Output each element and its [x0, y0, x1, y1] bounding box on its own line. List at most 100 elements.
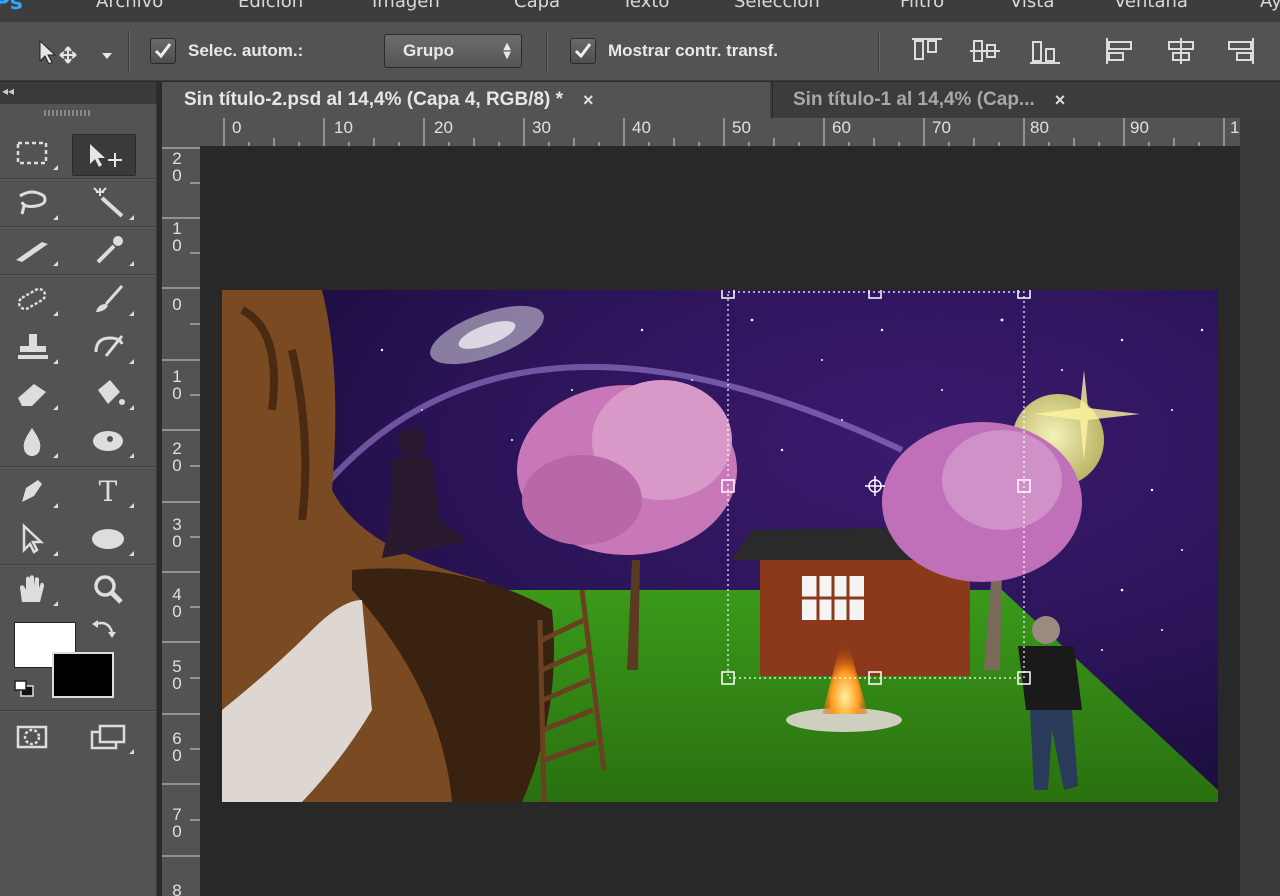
tab-label: Sin título-1 al 14,4% (Cap... [793, 89, 1035, 110]
path-selection-tool[interactable] [0, 518, 64, 560]
menu-texto[interactable]: Texto [622, 0, 669, 12]
brush-tool[interactable] [76, 278, 140, 320]
ruler-label: 80 [1030, 118, 1049, 137]
zoom-tool[interactable] [76, 568, 140, 610]
align-left-edges-icon[interactable] [1104, 36, 1138, 66]
lasso-icon [19, 190, 47, 215]
menu-ayuda[interactable]: Ayuda [1260, 0, 1280, 12]
quick-mask-icon [16, 725, 48, 749]
default-colors-icon[interactable] [12, 678, 38, 700]
paint-bucket-icon [98, 380, 125, 405]
ruler-label: 8 [172, 881, 182, 896]
ruler-origin[interactable] [162, 118, 200, 146]
ruler-ticks [223, 118, 1225, 146]
menu-filtro[interactable]: Filtro [900, 0, 944, 12]
align-right-edges-icon[interactable] [1222, 36, 1256, 66]
panel-grip[interactable] [44, 110, 92, 116]
align-horizontal-centers-icon[interactable] [1164, 36, 1198, 66]
menu-bar: Ps Archivo Edición Imagen Capa Texto Sel… [0, 0, 1280, 23]
healing-brush-tool[interactable] [0, 278, 64, 320]
move-tool[interactable] [72, 134, 136, 176]
show-transform-checkbox[interactable] [570, 38, 596, 64]
ruler-label: 30 [172, 515, 182, 551]
marquee-icon [16, 141, 48, 165]
ruler-label: 10 [172, 219, 182, 255]
type-tool[interactable]: T [76, 470, 140, 512]
menu-capa[interactable]: Capa [514, 0, 560, 12]
history-brush-tool[interactable] [76, 326, 140, 368]
eyedropper-tool[interactable] [76, 228, 140, 270]
horizontal-ruler[interactable]: 0 10 20 30 40 50 60 70 80 90 1 [200, 118, 1240, 147]
ruler-label: 30 [532, 118, 551, 137]
magic-wand-tool[interactable] [76, 182, 140, 224]
align-vertical-centers-icon[interactable] [968, 36, 1002, 66]
close-icon[interactable]: × [1055, 90, 1066, 111]
lasso-tool[interactable] [0, 182, 64, 224]
collapse-panel-icon[interactable]: ◂◂ [2, 84, 14, 98]
checkmark-icon [574, 43, 592, 59]
slice-knife-icon [16, 242, 48, 262]
ruler-label: 40 [632, 118, 651, 137]
hand-tool[interactable] [0, 568, 64, 610]
auto-select-label: Selec. autom.: [188, 41, 304, 60]
auto-select-option[interactable]: Selec. autom.: [150, 22, 303, 80]
screen-mode-toggle[interactable] [76, 716, 140, 758]
divider [128, 30, 130, 72]
chevron-down-icon [102, 53, 112, 59]
pen-tool[interactable] [0, 470, 64, 512]
brush-icon [96, 285, 124, 312]
auto-select-dropdown[interactable]: Grupo ▲ ▼ [384, 34, 522, 68]
vertical-scrollbar[interactable] [1240, 118, 1280, 896]
swap-colors-icon[interactable] [90, 618, 118, 642]
divider [546, 30, 548, 72]
screen-mode-icon [90, 724, 126, 750]
ruler-label: 60 [172, 729, 182, 765]
bandage-icon [17, 287, 47, 311]
rectangular-marquee-tool[interactable] [0, 132, 64, 174]
menu-archivo[interactable]: Archivo [96, 0, 163, 12]
document-canvas[interactable] [222, 290, 1218, 802]
ruler-label: 10 [172, 367, 182, 403]
ellipse-tool[interactable] [76, 518, 140, 560]
menu-seleccion[interactable]: Selección [734, 0, 820, 12]
auto-select-value: Grupo [403, 41, 454, 60]
pen-icon [22, 480, 42, 502]
app-logo: Ps [0, 0, 23, 15]
history-brush-icon [94, 335, 124, 357]
ruler-label: 70 [172, 805, 182, 841]
close-icon[interactable]: × [583, 90, 594, 111]
eraser-tool[interactable] [0, 372, 64, 414]
tab-sin-titulo-1[interactable]: Sin título-1 al 14,4% (Cap... × [772, 82, 1182, 118]
ellipse-icon [92, 529, 124, 549]
eraser-icon [18, 384, 46, 406]
quick-mask-toggle[interactable] [0, 716, 64, 758]
crop-tool[interactable] [0, 228, 64, 270]
tools-panel: T [0, 104, 157, 896]
show-transform-option[interactable]: Mostrar contr. transf. [570, 22, 778, 80]
dodge-tool[interactable] [76, 420, 140, 462]
align-top-edges-icon[interactable] [910, 36, 944, 66]
clone-stamp-tool[interactable] [0, 326, 64, 368]
vertical-ruler[interactable]: 20 10 0 10 20 30 40 50 60 70 8 [162, 146, 201, 896]
auto-select-checkbox[interactable] [150, 38, 176, 64]
tool-preset-picker[interactable] [34, 22, 120, 80]
align-bottom-edges-icon[interactable] [1028, 36, 1062, 66]
move-tool-icon [39, 39, 112, 65]
paint-bucket-tool[interactable] [76, 372, 140, 414]
menu-imagen[interactable]: Imagen [372, 0, 440, 12]
ruler-label: 10 [334, 118, 353, 137]
eyedropper-icon [96, 236, 123, 264]
tab-sin-titulo-2[interactable]: Sin título-2.psd al 14,4% (Capa 4, RGB/8… [162, 82, 770, 118]
divider [878, 30, 880, 72]
ruler-label: 40 [172, 585, 182, 621]
ruler-label: 60 [832, 118, 851, 137]
blur-tool[interactable] [0, 420, 64, 462]
ruler-label: 70 [932, 118, 951, 137]
menu-edicion[interactable]: Edición [238, 0, 303, 12]
background-color-swatch[interactable] [52, 652, 114, 698]
menu-vista[interactable]: Vista [1010, 0, 1054, 12]
ruler-label: 1 [1230, 118, 1240, 137]
menu-ventana[interactable]: Ventana [1114, 0, 1188, 12]
tools-panel-header[interactable]: ◂◂ [0, 82, 156, 104]
show-transform-label: Mostrar contr. transf. [608, 41, 779, 60]
